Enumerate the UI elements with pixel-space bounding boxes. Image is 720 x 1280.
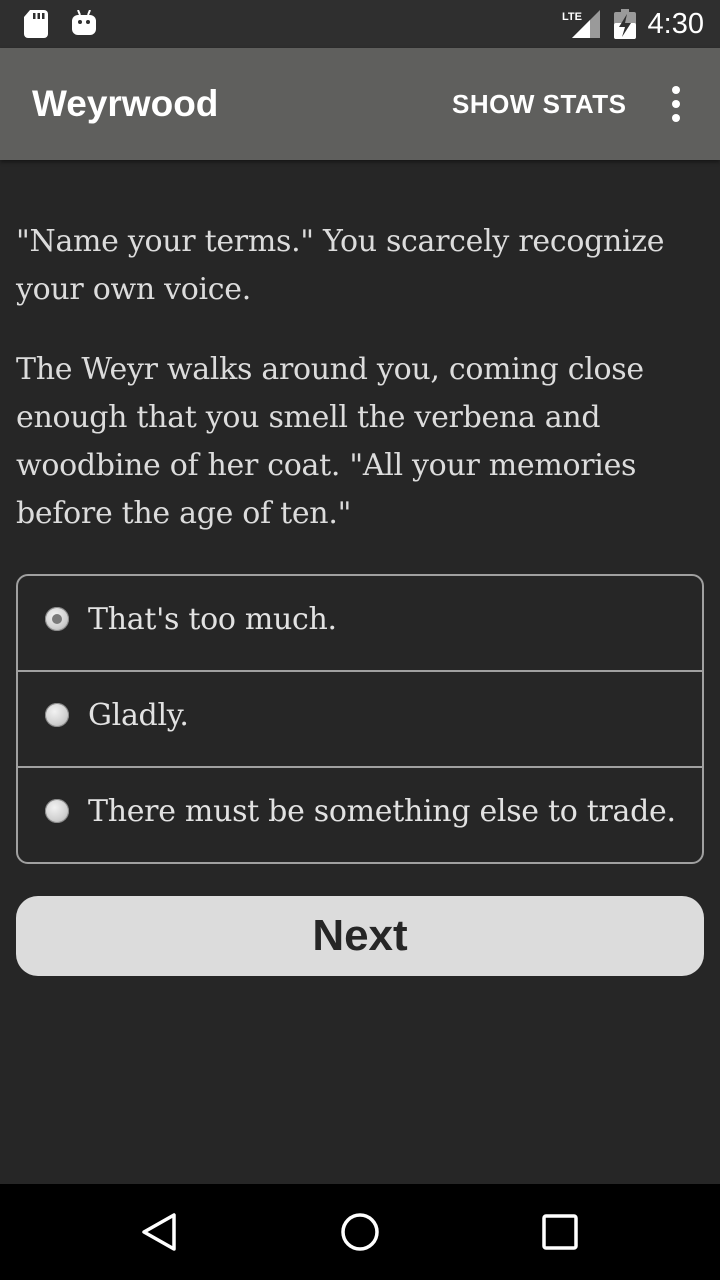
status-bar: LTE 4:30 <box>0 0 720 48</box>
radio-button[interactable] <box>45 799 69 823</box>
home-icon[interactable] <box>338 1210 382 1254</box>
navigation-bar <box>0 1184 720 1280</box>
next-button[interactable]: Next <box>16 896 704 976</box>
choice-label: There must be something else to trade. <box>88 794 676 829</box>
app-title: Weyrwood <box>32 83 219 124</box>
choice-option[interactable]: Gladly. <box>18 672 702 768</box>
choice-list: That's too much. Gladly. There must be s… <box>16 574 704 864</box>
show-stats-button[interactable]: SHOW STATS <box>452 88 626 120</box>
radio-button-selected[interactable] <box>45 607 69 631</box>
story-paragraph: The Weyr walks around you, coming close … <box>16 352 644 531</box>
android-debug-icon <box>72 10 96 35</box>
recents-icon[interactable] <box>540 1212 580 1252</box>
sd-card-icon <box>24 10 48 38</box>
lte-label: LTE <box>562 11 582 23</box>
battery-charging-icon <box>614 9 636 39</box>
app-bar: Weyrwood SHOW STATS <box>0 48 720 160</box>
choice-option[interactable]: There must be something else to trade. <box>18 768 702 862</box>
lte-signal-icon: LTE <box>562 10 600 38</box>
more-vert-icon[interactable] <box>656 80 696 128</box>
choice-label: That's too much. <box>88 602 337 637</box>
back-icon[interactable] <box>140 1212 180 1252</box>
choice-option[interactable]: That's too much. <box>18 576 702 672</box>
choice-label: Gladly. <box>88 698 189 733</box>
story-text: "Name your terms." You scarcely recogniz… <box>16 218 696 570</box>
radio-button[interactable] <box>45 703 69 727</box>
status-clock: 4:30 <box>647 8 704 40</box>
story-paragraph: "Name your terms." You scarcely recogniz… <box>16 224 665 307</box>
